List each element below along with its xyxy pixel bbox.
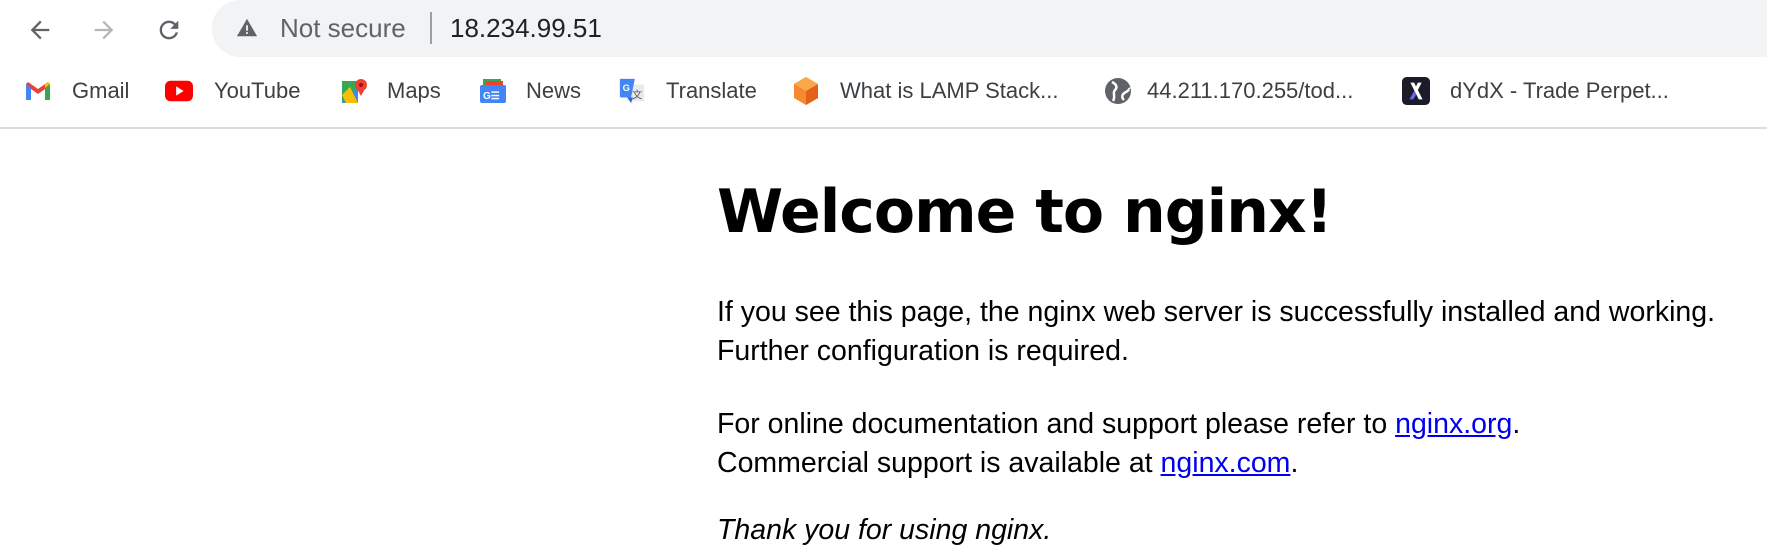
back-button[interactable] — [18, 8, 62, 52]
dydx-icon — [1402, 77, 1430, 105]
back-arrow-icon — [30, 20, 50, 40]
svg-text:文: 文 — [632, 88, 642, 101]
url-text[interactable]: 18.234.99.51 — [450, 13, 602, 44]
address-bar[interactable]: Not secure 18.234.99.51 — [212, 0, 1767, 57]
period: . — [1290, 447, 1299, 479]
support-paragraph: For online documentation and support ple… — [717, 405, 1757, 483]
bookmark-news[interactable]: G☰ News — [479, 68, 581, 114]
forward-button[interactable] — [82, 8, 126, 52]
svg-text:G☰: G☰ — [483, 91, 500, 102]
gmail-icon — [24, 77, 52, 105]
separator — [430, 12, 432, 44]
bookmark-label: Maps — [387, 78, 441, 103]
forward-arrow-icon — [94, 20, 114, 40]
bookmark-label: Gmail — [72, 78, 130, 103]
warning-icon — [236, 18, 258, 37]
globe-icon — [1104, 77, 1132, 105]
bookmark-dydx[interactable]: dYdX - Trade Perpet... — [1402, 68, 1669, 114]
thanks-paragraph: Thank you for using nginx. — [717, 514, 1052, 546]
browser-toolbar: Not secure 18.234.99.51 — [0, 0, 1767, 62]
commercial-text: Commercial support is available at — [717, 447, 1161, 479]
bookmark-ip-address[interactable]: 44.211.170.255/tod... — [1104, 68, 1353, 114]
reload-icon — [159, 20, 179, 40]
toolbar-divider — [0, 127, 1767, 129]
bookmark-gmail[interactable]: Gmail — [24, 68, 129, 114]
news-icon: G☰ — [479, 77, 507, 105]
intro-paragraph: If you see this page, the nginx web serv… — [717, 296, 1716, 367]
bookmark-maps[interactable]: Maps — [340, 68, 441, 114]
bookmark-label: dYdX - Trade Perpet... — [1450, 78, 1669, 103]
bookmark-label: News — [526, 78, 582, 103]
reload-button[interactable] — [147, 8, 191, 52]
nginx-com-link[interactable]: nginx.com — [1161, 447, 1291, 479]
bookmark-label: Translate — [666, 78, 757, 103]
translate-icon: 文G — [618, 77, 646, 105]
bookmark-label: YouTube — [214, 78, 301, 103]
youtube-icon — [165, 77, 193, 105]
security-status[interactable]: Not secure — [280, 13, 406, 44]
bookmark-label: 44.211.170.255/tod... — [1147, 78, 1354, 103]
nginx-org-link[interactable]: nginx.org — [1395, 408, 1512, 440]
bookmark-youtube[interactable]: YouTube — [165, 68, 300, 114]
bookmark-lamp-stack[interactable]: What is LAMP Stack... — [792, 68, 1058, 114]
bookmarks-bar: Gmail YouTube Maps G☰ News 文G Translate … — [0, 68, 1767, 126]
page-title: Welcome to nginx! — [717, 177, 1333, 247]
svg-text:G: G — [623, 83, 630, 93]
bookmark-label: What is LAMP Stack... — [840, 78, 1059, 103]
period: . — [1512, 408, 1521, 440]
maps-icon — [340, 77, 368, 105]
bookmark-translate[interactable]: 文G Translate — [618, 68, 757, 114]
support-text: For online documentation and support ple… — [717, 408, 1396, 440]
cube-icon — [792, 77, 820, 105]
